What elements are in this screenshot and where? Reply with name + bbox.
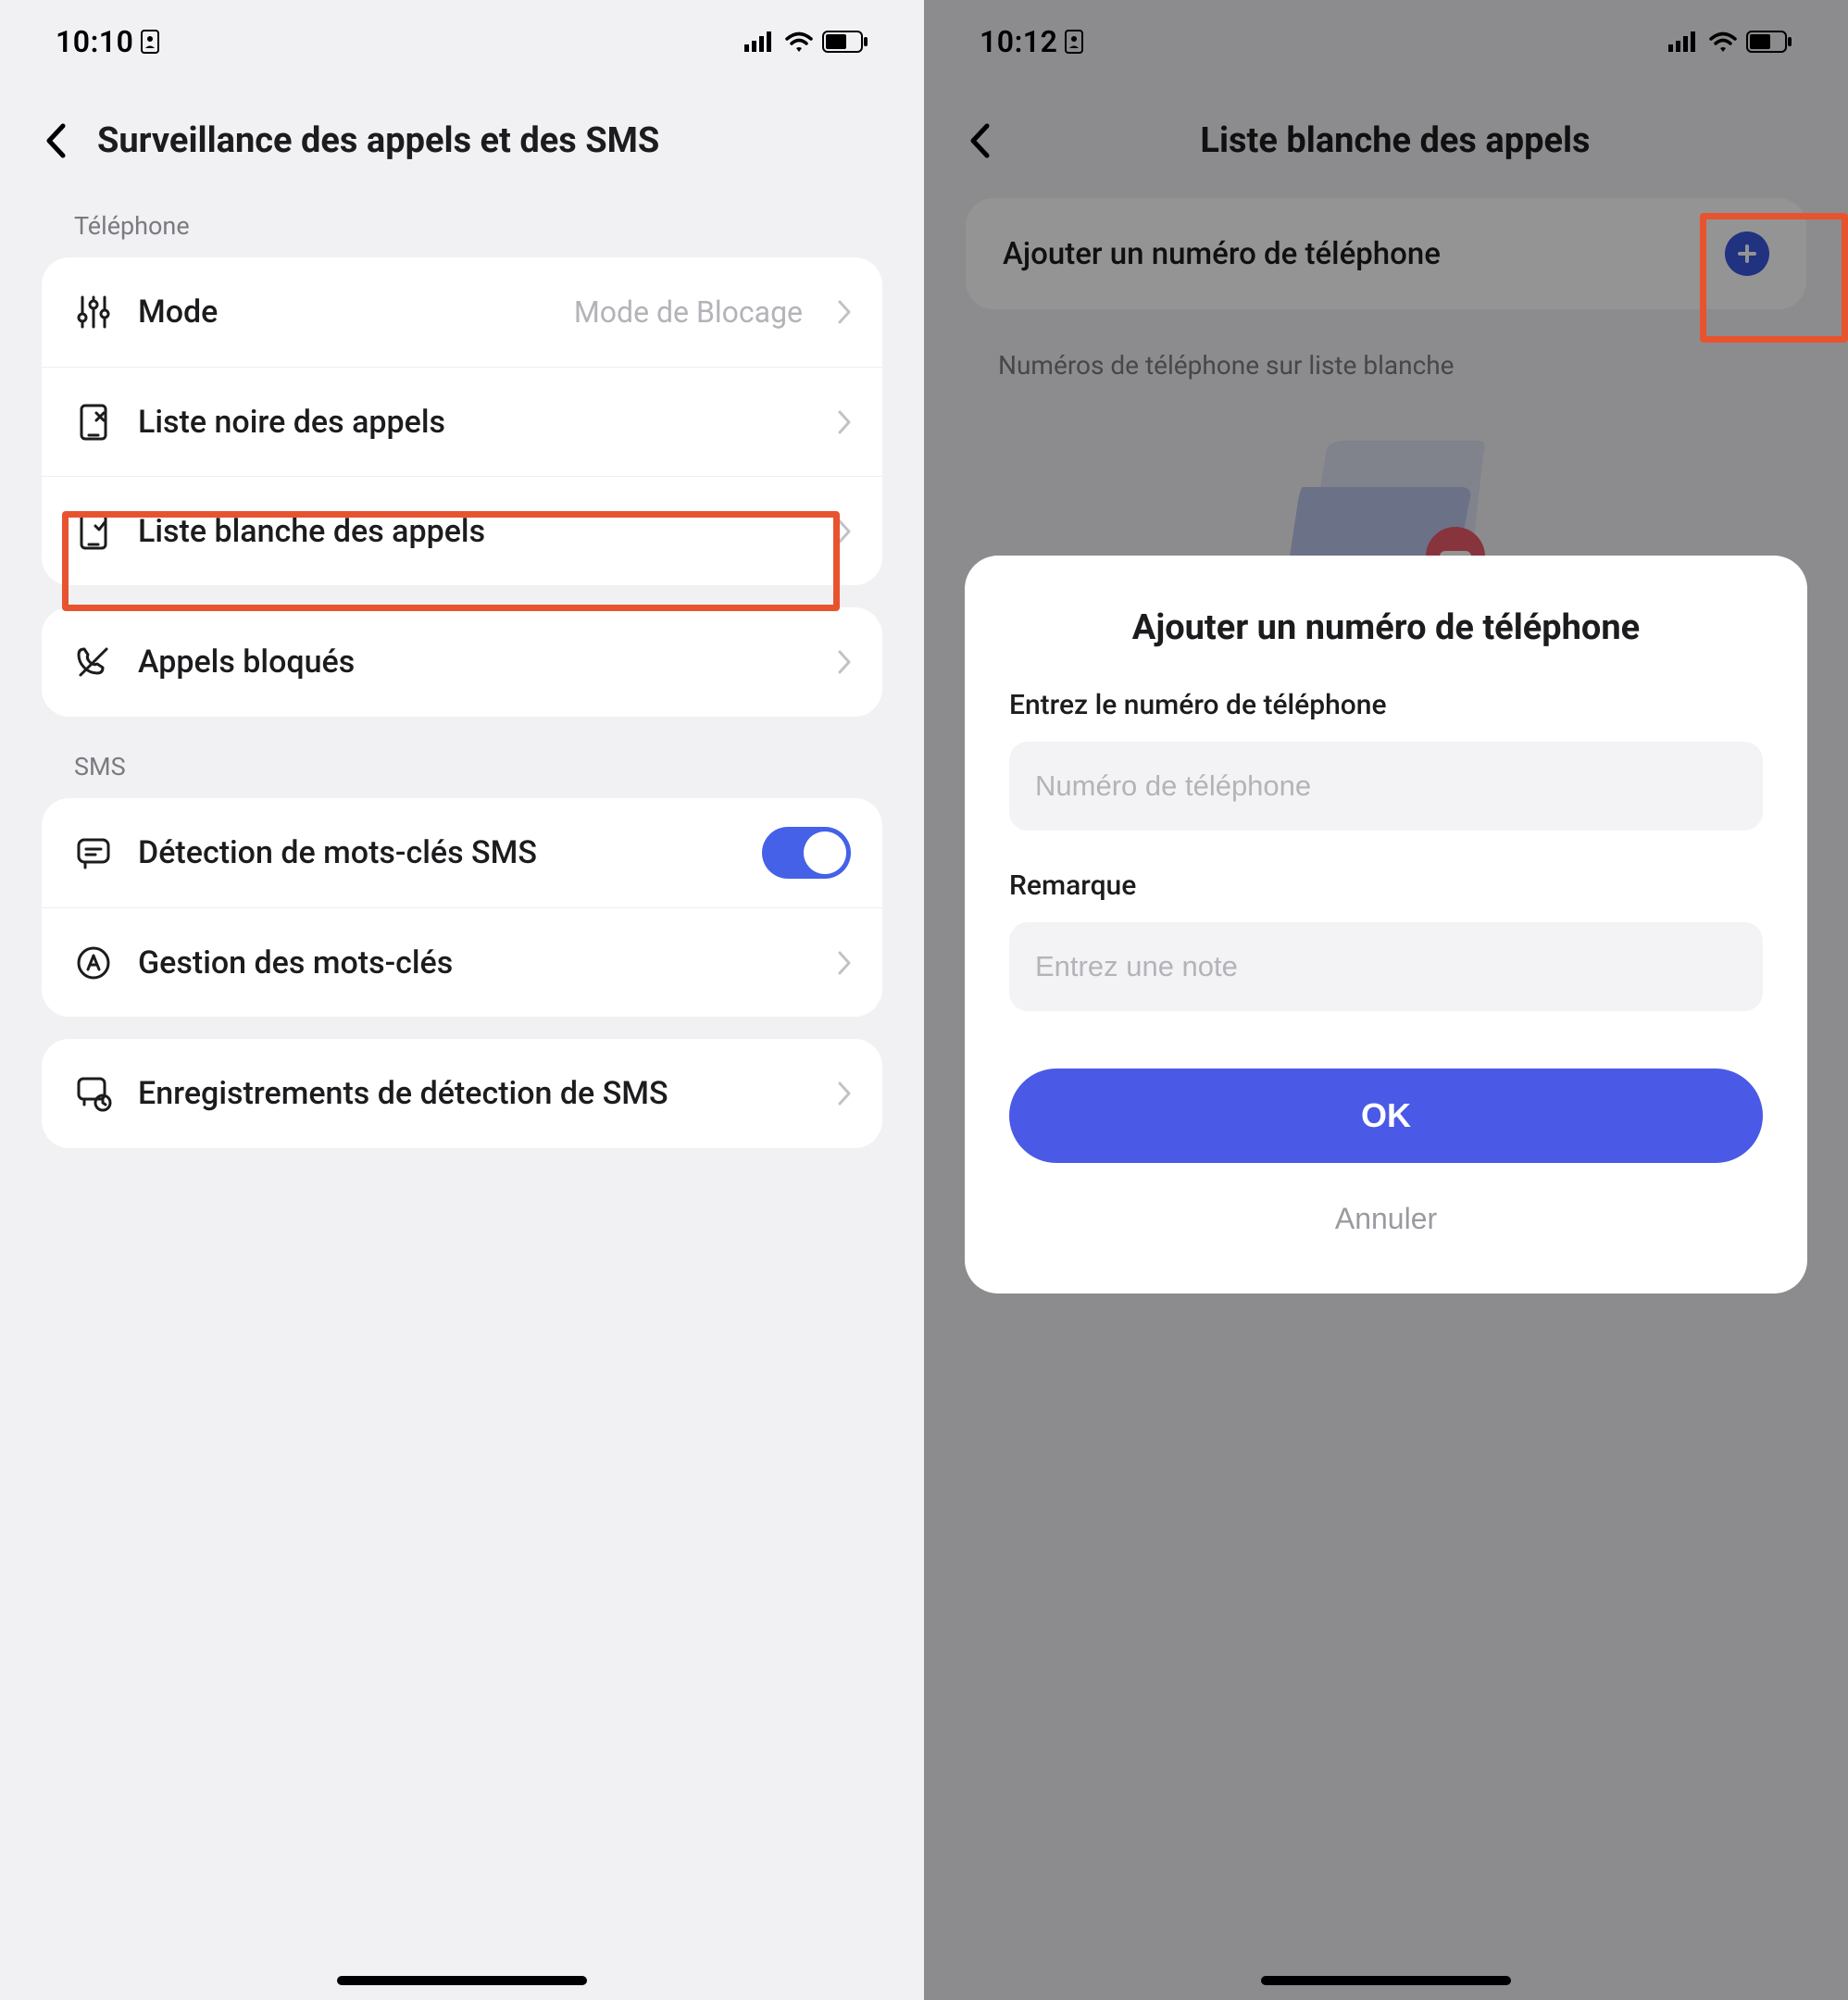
keywords-row[interactable]: Gestion des mots-clés	[42, 907, 882, 1017]
message-icon	[73, 832, 114, 873]
sms-records-card: Enregistrements de détection de SMS	[42, 1039, 882, 1148]
chevron-right-icon	[838, 1081, 851, 1106]
mode-label: Mode	[138, 294, 550, 331]
status-clock: 10:10	[56, 24, 133, 59]
ok-button[interactable]: OK	[1009, 1069, 1763, 1163]
add-phone-dialog: Ajouter un numéro de téléphone Entrez le…	[965, 556, 1807, 1294]
mode-row[interactable]: Mode Mode de Blocage	[42, 257, 882, 367]
chevron-right-icon	[838, 951, 851, 975]
battery-icon	[822, 31, 868, 53]
sliders-icon	[73, 292, 114, 332]
keywords-label: Gestion des mots-clés	[138, 944, 803, 981]
note-field-label: Remarque	[1009, 869, 1763, 902]
nav-header: Surveillance des appels et des SMS	[0, 83, 924, 198]
sms-detect-label: Détection de mots-clés SMS	[138, 834, 738, 871]
screen-call-sms-surveillance: 10:10 Surveillance des appels et des SMS…	[0, 0, 924, 2000]
status-bar: 10:10	[0, 0, 924, 83]
status-time: 10:10	[56, 24, 159, 59]
phone-field-label: Entrez le numéro de téléphone	[1009, 689, 1763, 721]
blocked-calls-card: Appels bloqués	[42, 607, 882, 717]
dialog-title: Ajouter un numéro de téléphone	[1009, 607, 1763, 648]
phone-input[interactable]	[1009, 742, 1763, 831]
section-sms-label: SMS	[0, 739, 924, 798]
home-indicator[interactable]	[337, 1976, 587, 1985]
status-icons	[744, 31, 868, 53]
sms-detect-toggle[interactable]	[762, 827, 851, 879]
chevron-right-icon	[838, 519, 851, 544]
blocked-label: Appels bloqués	[138, 644, 803, 681]
user-card-icon	[141, 30, 159, 54]
mode-value: Mode de Blocage	[574, 294, 803, 330]
chevron-left-icon	[44, 123, 67, 158]
back-button[interactable]	[37, 122, 74, 159]
sms-records-row[interactable]: Enregistrements de détection de SMS	[42, 1039, 882, 1148]
message-clock-icon	[73, 1073, 114, 1114]
note-input[interactable]	[1009, 922, 1763, 1011]
sms-settings-card: Détection de mots-clés SMS Gestion des m…	[42, 798, 882, 1017]
phone-x-icon	[73, 402, 114, 443]
phone-check-icon	[73, 511, 114, 552]
home-indicator[interactable]	[1261, 1976, 1511, 1985]
chevron-right-icon	[838, 410, 851, 434]
blacklist-row[interactable]: Liste noire des appels	[42, 367, 882, 476]
cancel-button[interactable]: Annuler	[1009, 1172, 1763, 1266]
sms-records-label: Enregistrements de détection de SMS	[138, 1075, 803, 1112]
whitelist-label: Liste blanche des appels	[138, 513, 803, 550]
chevron-right-icon	[838, 300, 851, 324]
a-circle-icon	[73, 943, 114, 983]
phone-settings-card: Mode Mode de Blocage Liste noire des app…	[42, 257, 882, 585]
page-title: Surveillance des appels et des SMS	[97, 120, 882, 161]
screen-whitelist-add-dialog: 10:12 Liste blanche des appels Ajouter u…	[924, 0, 1848, 2000]
cellular-icon	[744, 31, 776, 52]
sms-detect-row[interactable]: Détection de mots-clés SMS	[42, 798, 882, 907]
phone-blocked-icon	[73, 642, 114, 682]
wifi-icon	[785, 31, 813, 52]
chevron-right-icon	[838, 650, 851, 674]
blocked-row[interactable]: Appels bloqués	[42, 607, 882, 717]
whitelist-row[interactable]: Liste blanche des appels	[42, 476, 882, 585]
section-phone-label: Téléphone	[0, 198, 924, 257]
blacklist-label: Liste noire des appels	[138, 404, 803, 441]
